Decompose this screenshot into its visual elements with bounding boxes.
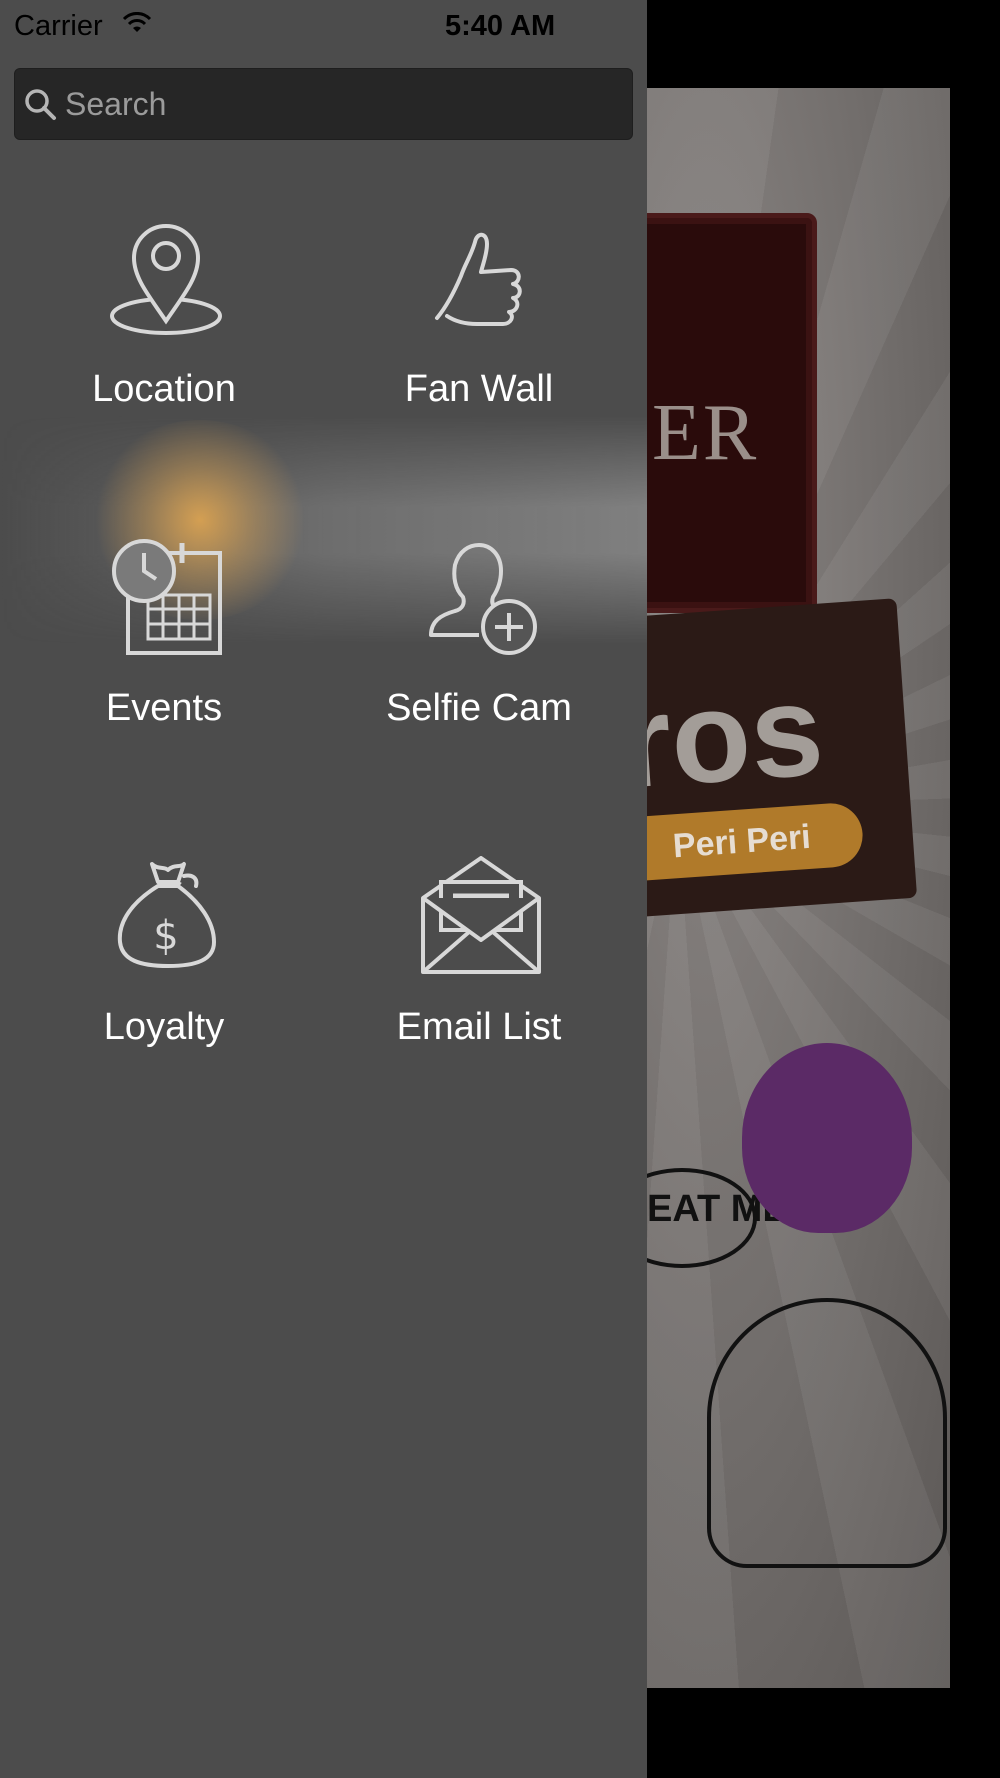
calendar-clock-icon	[112, 539, 222, 655]
background-artwork[interactable]: ER ros Peri Peri EAT ME!!	[647, 88, 950, 1688]
burger-illustration	[707, 1298, 947, 1568]
wrestler-mask-illustration	[742, 1043, 912, 1233]
add-person-icon	[429, 542, 537, 655]
money-bag-icon: $	[117, 862, 216, 968]
envelope-icon	[421, 856, 541, 974]
side-drawer: Location Fan Wall Events	[0, 0, 647, 1778]
carrier-label: Carrier	[14, 10, 103, 42]
menu-item-loyalty[interactable]: $ Loyalty	[14, 856, 314, 1116]
clock: 5:40 AM	[445, 10, 556, 42]
menu-item-location[interactable]: Location	[14, 218, 314, 478]
menu-item-fan-wall[interactable]: Fan Wall	[329, 218, 629, 478]
search-input[interactable]	[57, 69, 632, 139]
banner-text: ros	[647, 655, 828, 816]
wifi-icon	[122, 12, 152, 32]
map-pin-icon	[110, 224, 222, 335]
menu-label: Selfie Cam	[386, 687, 572, 729]
logo-banner: ros Peri Peri	[647, 598, 918, 918]
menu-item-email-list[interactable]: Email List	[329, 856, 629, 1116]
menu-label: Fan Wall	[404, 368, 554, 410]
menu-label: Loyalty	[103, 1006, 225, 1048]
svg-text:$: $	[153, 913, 178, 959]
menu-item-events[interactable]: Events	[14, 537, 314, 797]
sign-text: ER	[652, 389, 759, 477]
menu-label: Events	[105, 687, 223, 729]
banner-pill: Peri Peri	[647, 801, 865, 884]
status-bar: Carrier 5:40 AM	[0, 0, 647, 50]
menu-label: Location	[92, 368, 236, 410]
menu-label: Email List	[396, 1006, 562, 1048]
menu-item-selfie-cam[interactable]: Selfie Cam	[329, 537, 629, 797]
search-icon	[25, 89, 56, 120]
thumbs-up-icon	[435, 232, 522, 326]
search-bar[interactable]	[14, 68, 633, 140]
